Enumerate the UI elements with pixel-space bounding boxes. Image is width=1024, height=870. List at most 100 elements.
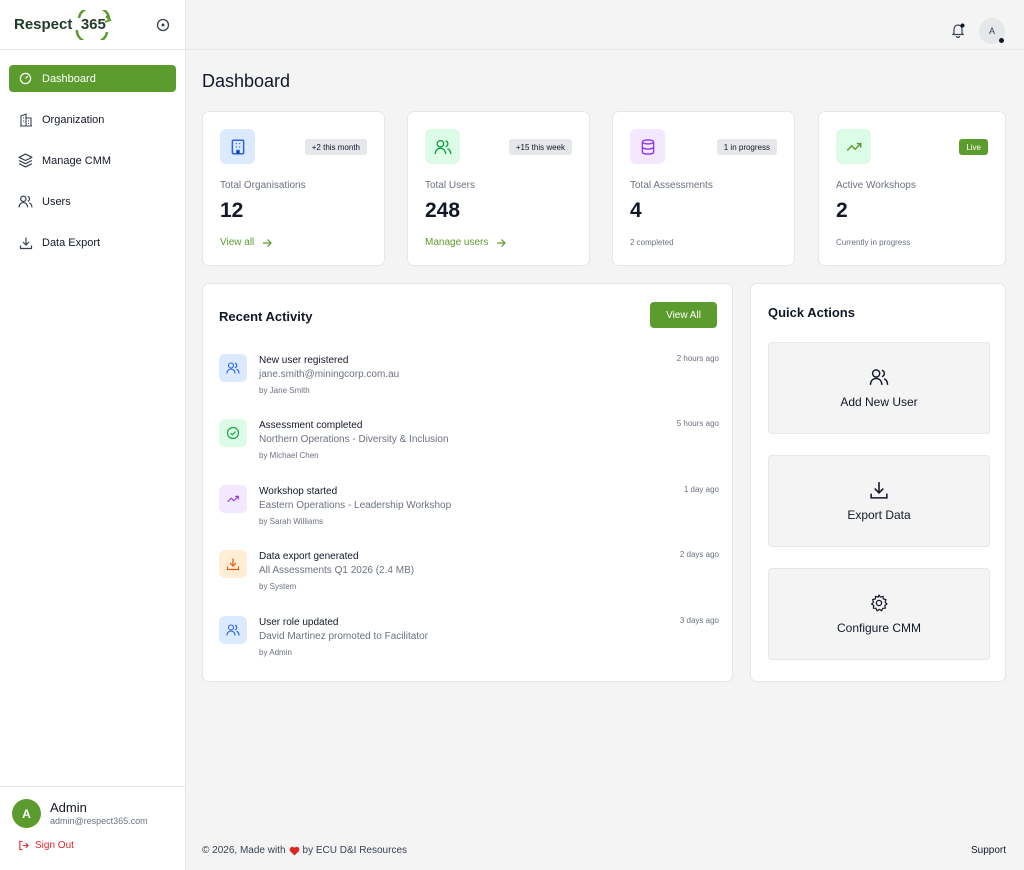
sidebar-item-dashboard[interactable]: Dashboard [9, 65, 176, 92]
recent-activity-panel: Recent Activity View All New user regist… [202, 283, 733, 682]
activity-time: 2 days ago [679, 550, 719, 559]
sidebar-item-label: Manage CMM [42, 154, 112, 167]
quick-action-label: Add New User [840, 395, 918, 409]
stat-footnote: 2 completed [630, 238, 674, 247]
activity-title: User role updated [259, 617, 339, 628]
activity-by: by Sarah Williams [259, 517, 324, 526]
status-dot [999, 38, 1004, 43]
sidebar-item-users[interactable]: Users [9, 188, 176, 215]
stat-card-assessments: 1 in progress Total Assessments 4 2 comp… [612, 111, 795, 266]
activity-item[interactable]: Assessment completed Northern Operations… [219, 419, 719, 469]
activity-item[interactable]: User role updated David Martinez promote… [219, 616, 719, 666]
activity-by: by System [259, 582, 297, 591]
activity-title: Data export generated [259, 551, 359, 562]
download-icon [870, 482, 888, 499]
arrow-right-icon [497, 238, 507, 247]
users-icon [869, 369, 889, 385]
activity-desc: All Assessments Q1 2026 (2.4 MB) [259, 565, 415, 576]
stat-label: Total Assessments [630, 180, 713, 191]
user-name: Admin [50, 799, 87, 815]
sidebar-item-label: Users [42, 195, 71, 208]
arrow-right-icon [263, 238, 273, 247]
sidebar-item-data-export[interactable]: Data Export [9, 229, 176, 256]
sign-out-label: Sign Out [35, 840, 74, 851]
sidebar-item-label: Data Export [42, 236, 101, 249]
header-avatar[interactable]: A [979, 18, 1005, 44]
brand-name: Respect [14, 16, 73, 33]
quick-action-label: Export Data [847, 508, 911, 522]
quick-actions-title: Quick Actions [768, 305, 855, 320]
activity-desc: David Martinez promoted to Facilitator [259, 631, 428, 642]
view-all-link[interactable]: View all [220, 237, 273, 248]
sidebar-toggle-button[interactable] [153, 15, 173, 35]
stat-label: Active Workshops [836, 180, 916, 191]
logo-row: Respect 365 [0, 0, 185, 50]
sidebar-item-label: Organization [42, 113, 105, 126]
download-icon [219, 550, 247, 578]
activity-time: 3 days ago [679, 616, 719, 625]
sidebar-nav: Dashboard Organization Manage CMM Users … [0, 50, 185, 256]
activity-by: by Jane Smith [259, 386, 310, 395]
gear-icon [871, 594, 888, 612]
activity-title: Assessment completed [259, 420, 363, 431]
bell-icon [951, 23, 965, 39]
sidebar: Respect 365 Dashboard Organization Manag… [0, 0, 186, 870]
activity-time: 5 hours ago [676, 419, 719, 428]
stat-card-workshops: Live Active Workshops 2 Currently in pro… [818, 111, 1006, 266]
database-icon [630, 129, 665, 164]
trending-up-icon [219, 485, 247, 513]
brand-logo[interactable]: Respect 365 [14, 9, 113, 40]
stat-value: 12 [220, 199, 244, 222]
stat-badge: +2 this month [304, 139, 367, 155]
stat-value: 4 [630, 199, 642, 222]
avatar[interactable]: A [12, 799, 41, 828]
target-icon [156, 18, 170, 31]
view-all-button[interactable]: View All [650, 302, 717, 328]
activity-by: by Michael Chen [259, 451, 319, 460]
stat-card-users: +15 this week Total Users 248 Manage use… [407, 111, 590, 266]
stat-badge: +15 this week [508, 139, 572, 155]
sidebar-item-label: Dashboard [42, 72, 96, 85]
stat-label: Total Users [425, 180, 476, 191]
trending-up-icon [836, 129, 871, 164]
activity-by: by Admin [259, 648, 292, 657]
users-icon [219, 616, 247, 644]
activity-item[interactable]: Data export generated All Assessments Q1… [219, 550, 719, 600]
add-new-user-button[interactable]: Add New User [768, 342, 990, 434]
export-data-button[interactable]: Export Data [768, 455, 990, 547]
top-bar: A [186, 0, 1024, 50]
activity-time: 1 day ago [683, 485, 719, 494]
activity-item[interactable]: New user registered jane.smith@miningcor… [219, 354, 719, 404]
users-icon [219, 354, 247, 382]
users-icon [425, 129, 460, 164]
sidebar-item-manage-cmm[interactable]: Manage CMM [9, 147, 176, 174]
configure-cmm-button[interactable]: Configure CMM [768, 568, 990, 660]
stat-label: Total Organisations [220, 180, 306, 191]
user-email: admin@respect365.com [50, 815, 148, 826]
sign-out-button[interactable]: Sign Out [18, 840, 173, 851]
users-icon [18, 194, 33, 209]
footer-credit: © 2026, Made with by ECU D&I Resources [202, 845, 408, 856]
activity-desc: Eastern Operations - Leadership Workshop [259, 500, 452, 511]
sidebar-item-organization[interactable]: Organization [9, 106, 176, 133]
stat-value: 2 [836, 199, 848, 222]
quick-action-label: Configure CMM [836, 621, 922, 635]
building-icon [220, 129, 255, 164]
user-profile: A Admin admin@respect365.com Sign Out [0, 786, 185, 870]
page-title: Dashboard [202, 71, 291, 91]
activity-title: Workshop started [259, 486, 338, 497]
heart-icon [289, 846, 299, 856]
quick-actions-panel: Quick Actions Add New User Export Data C… [750, 283, 1006, 682]
support-link[interactable]: Support [971, 845, 1006, 856]
layers-icon [18, 153, 33, 168]
activity-title: New user registered [259, 355, 349, 366]
activity-desc: Northern Operations - Diversity & Inclus… [259, 434, 449, 445]
stat-card-organisations: +2 this month Total Organisations 12 Vie… [202, 111, 385, 266]
brand-365-mark: 365 [73, 9, 113, 40]
recent-activity-title: Recent Activity [219, 309, 313, 324]
notifications-button[interactable] [950, 22, 966, 39]
download-icon [18, 235, 33, 250]
manage-users-link[interactable]: Manage users [425, 237, 507, 248]
activity-item[interactable]: Workshop started Eastern Operations - Le… [219, 485, 719, 535]
gauge-icon [18, 71, 33, 86]
